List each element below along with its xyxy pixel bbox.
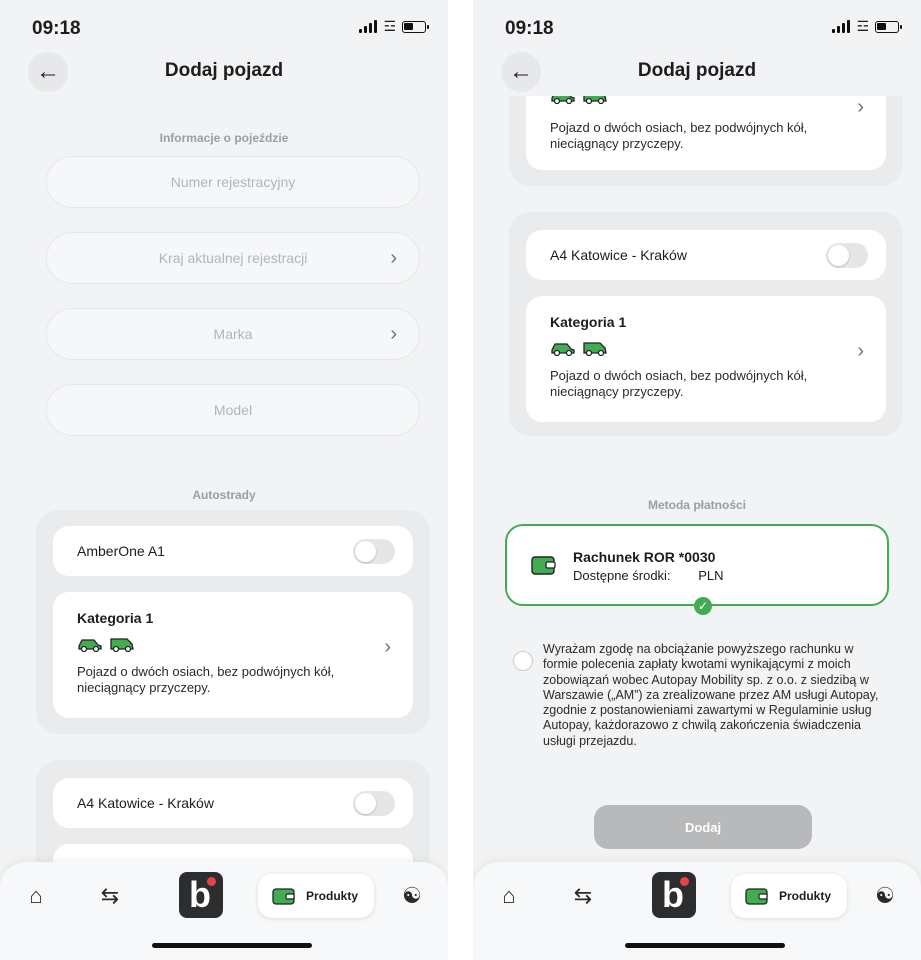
highway-toggle-a1[interactable] <box>353 539 395 564</box>
add-button[interactable]: Dodaj <box>594 805 812 849</box>
wifi-icon: ☲ <box>383 18 396 34</box>
vehicle-icons <box>77 636 135 652</box>
van-icon <box>583 96 607 104</box>
profile-icon[interactable]: ☯ <box>871 882 899 910</box>
highway-row-a4: A4 Katowice - Kraków <box>526 230 886 280</box>
nav-header: ← Dodaj pojazd <box>473 52 921 92</box>
car-icon <box>551 343 575 356</box>
brand-select[interactable]: Marka › <box>46 308 420 360</box>
chevron-right-icon: › <box>384 636 391 658</box>
funds-currency: PLN <box>698 568 724 583</box>
home-indicator <box>625 943 785 948</box>
selected-check-icon: ✓ <box>694 597 712 615</box>
transfer-icon[interactable]: ⇆ <box>569 882 597 910</box>
funds-label: Dostępne środki: <box>573 568 671 583</box>
registration-number-input[interactable]: Numer rejestracyjny <box>46 156 420 208</box>
app-logo-button[interactable]: b <box>652 872 696 918</box>
phone-screen-right: 09:18 ☲ ← Dodaj pojazd Pojazd o dwóch os… <box>473 0 921 960</box>
status-icons: ☲ <box>359 18 429 34</box>
van-icon <box>583 342 607 356</box>
car-icon <box>551 96 575 104</box>
home-icon[interactable]: ⌂ <box>495 882 523 910</box>
signal-icon <box>832 20 851 33</box>
tab-products-label: Produkty <box>306 889 359 903</box>
vehicle-icons <box>550 96 608 104</box>
vehicle-category-card[interactable]: Kategoria 1 Pojazd o dwóch osiach, bez p… <box>53 592 413 718</box>
home-indicator <box>152 943 312 948</box>
battery-icon <box>402 21 429 33</box>
chevron-right-icon: › <box>390 247 397 269</box>
status-time: 09:18 <box>505 18 554 39</box>
bottom-navigation: ⌂ ⇆ b Produkty ☯ <box>473 862 921 960</box>
page-title: Dodaj pojazd <box>637 60 757 81</box>
consent-checkbox[interactable] <box>513 651 533 671</box>
page-title: Dodaj pojazd <box>164 60 284 81</box>
car-icon <box>78 639 102 652</box>
app-logo-button[interactable]: b <box>179 872 223 918</box>
country-select[interactable]: Kraj aktualnej rejestracji › <box>46 232 420 284</box>
home-icon[interactable]: ⌂ <box>22 882 50 910</box>
status-time: 09:18 <box>32 18 81 39</box>
tab-products-label: Produkty <box>779 889 832 903</box>
wifi-icon: ☲ <box>856 18 869 34</box>
category-description: Pojazd o dwóch osiach, bez podwójnych kó… <box>550 368 808 399</box>
wallet-icon <box>272 888 295 905</box>
highway-group-a4: A4 Katowice - Kraków Kategoria 1 Pojazd … <box>509 212 903 436</box>
vehicle-category-card[interactable]: Pojazd o dwóch osiach, bez podwójnych kó… <box>526 96 886 170</box>
vehicle-category-card[interactable]: Kategoria 1 Pojazd o dwóch osiach, bez p… <box>526 296 886 422</box>
signal-icon <box>359 20 378 33</box>
logo-dot-icon <box>207 877 216 886</box>
profile-icon[interactable]: ☯ <box>398 882 426 910</box>
chevron-right-icon: › <box>857 340 864 362</box>
model-placeholder: Model <box>213 402 253 418</box>
highway-name: AmberOne A1 <box>77 543 165 559</box>
registration-number-placeholder: Numer rejestracyjny <box>170 174 296 190</box>
chevron-right-icon: › <box>390 323 397 345</box>
scroll-content[interactable]: Informacje o pojeździe Numer rejestracyj… <box>0 96 448 960</box>
category-description: Pojazd o dwóch osiach, bez podwójnych kó… <box>550 120 808 151</box>
highway-toggle-a4[interactable] <box>826 243 868 268</box>
status-icons: ☲ <box>832 18 902 34</box>
account-funds: Dostępne środki: PLN <box>573 568 723 583</box>
logo-dot-icon <box>680 877 689 886</box>
bottom-navigation: ⌂ ⇆ b Produkty ☯ <box>0 862 448 960</box>
van-icon <box>110 638 134 652</box>
transfer-icon[interactable]: ⇆ <box>96 882 124 910</box>
status-bar: 09:18 ☲ <box>0 0 448 44</box>
wallet-icon <box>531 556 556 575</box>
category-description: Pojazd o dwóch osiach, bez podwójnych kó… <box>77 664 335 695</box>
brand-placeholder: Marka <box>213 326 253 342</box>
highway-group-a1: Pojazd o dwóch osiach, bez podwójnych kó… <box>509 96 903 186</box>
payment-account-card[interactable]: Rachunek ROR *0030 Dostępne środki: PLN … <box>505 524 889 615</box>
highway-name: A4 Katowice - Kraków <box>77 795 214 811</box>
wallet-icon <box>745 888 768 905</box>
phone-screen-left: 09:18 ☲ ← Dodaj pojazd Informacje o poje… <box>0 0 448 960</box>
vehicle-icons <box>550 340 608 356</box>
category-title: Kategoria 1 <box>77 610 154 626</box>
battery-icon <box>875 21 902 33</box>
scroll-content[interactable]: Pojazd o dwóch osiach, bez podwójnych kó… <box>473 96 921 960</box>
chevron-right-icon: › <box>857 96 864 118</box>
section-title-highways: Autostrady <box>192 488 256 502</box>
tab-products[interactable]: Produkty <box>258 874 375 918</box>
highway-row-a4: A4 Katowice - Kraków <box>53 778 413 828</box>
nav-header: ← Dodaj pojazd <box>0 52 448 92</box>
model-input[interactable]: Model <box>46 384 420 436</box>
section-title-vehicle-info: Informacje o pojeździe <box>159 131 289 145</box>
category-title: Kategoria 1 <box>550 314 627 330</box>
highway-row-a1: AmberOne A1 <box>53 526 413 576</box>
account-title: Rachunek ROR *0030 <box>573 549 716 565</box>
tab-products[interactable]: Produkty <box>731 874 848 918</box>
status-bar: 09:18 ☲ <box>473 0 921 44</box>
highway-name: A4 Katowice - Kraków <box>550 247 687 263</box>
section-title-payment: Metoda płatności <box>647 498 746 512</box>
consent-text: Wyrażam zgodę na obciążanie powyższego r… <box>543 642 879 748</box>
highway-toggle-a4[interactable] <box>353 791 395 816</box>
country-placeholder: Kraj aktualnej rejestracji <box>158 250 308 266</box>
highway-group-a1: AmberOne A1 Kategoria 1 Pojazd o dwóch o… <box>36 510 430 734</box>
